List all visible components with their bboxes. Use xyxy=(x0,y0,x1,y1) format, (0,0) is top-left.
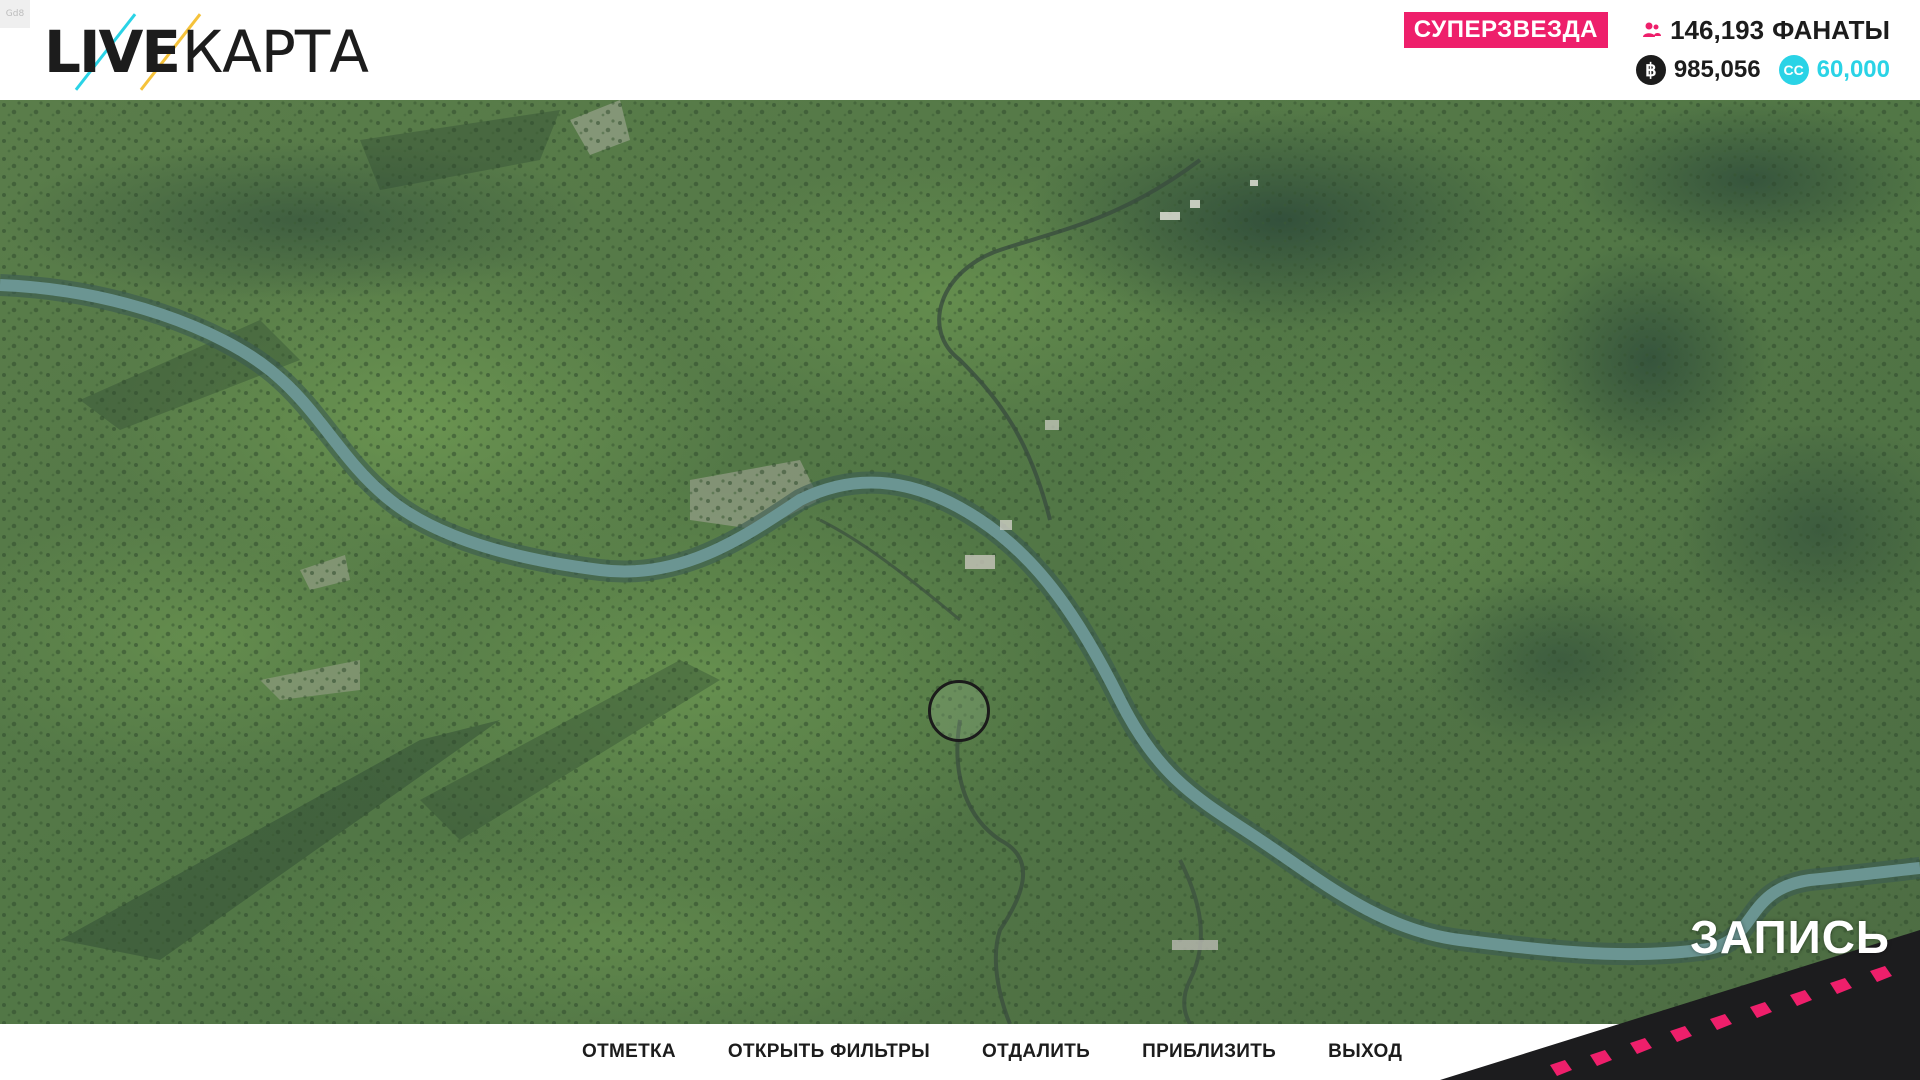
fans-count: 146,193 xyxy=(1670,15,1765,45)
logo-map-text: КАРТА xyxy=(182,18,369,86)
logo-live-text: LIVE xyxy=(44,18,181,86)
credits-value: 985,056 xyxy=(1673,56,1761,83)
mark-button[interactable]: ОТМЕТКА xyxy=(582,1041,676,1063)
terrain-map[interactable] xyxy=(0,100,1920,1024)
record-indicator: ЗАПИСЬ xyxy=(1440,910,1920,1080)
control-hints: ОТМЕТКА ОТКРЫТЬ ФИЛЬТРЫ ОТДАЛИТЬ ПРИБЛИЗ… xyxy=(582,1024,1454,1080)
open-filters-button[interactable]: ОТКРЫТЬ ФИЛЬТРЫ xyxy=(728,1041,930,1063)
cc-icon: CC xyxy=(1778,55,1809,85)
header-bar: Gd8 LIVE КАРТА СУПЕРЗВЕЗДА 146,193 ФАНАТ… xyxy=(0,0,1920,100)
currency-row: ฿ 985,056 CC 60,000 xyxy=(1635,52,1890,88)
player-position-marker xyxy=(928,680,990,742)
coin-icon: ฿ xyxy=(1635,55,1666,85)
zoom-in-button[interactable]: ПРИБЛИЗИТЬ xyxy=(1142,1041,1276,1063)
corner-tag: Gd8 xyxy=(0,0,30,28)
cc-value: 60,000 xyxy=(1816,56,1890,83)
world-map[interactable] xyxy=(0,100,1920,1024)
exit-button[interactable]: ВЫХОД xyxy=(1328,1041,1402,1063)
zoom-out-button[interactable]: ОТДАЛИТЬ xyxy=(982,1041,1090,1063)
rank-badge: СУПЕРЗВЕЗДА xyxy=(1403,12,1608,48)
player-status: СУПЕРЗВЕЗДА 146,193 ФАНАТЫ ฿ 985,056 CC … xyxy=(1370,12,1890,92)
person-icon xyxy=(1643,22,1662,37)
record-label: ЗАПИСЬ xyxy=(1690,911,1890,963)
live-map-logo: LIVE КАРТА xyxy=(44,13,384,91)
fans-label: ФАНАТЫ xyxy=(1772,15,1890,45)
fans-counter: 146,193 ФАНАТЫ xyxy=(1642,12,1890,48)
